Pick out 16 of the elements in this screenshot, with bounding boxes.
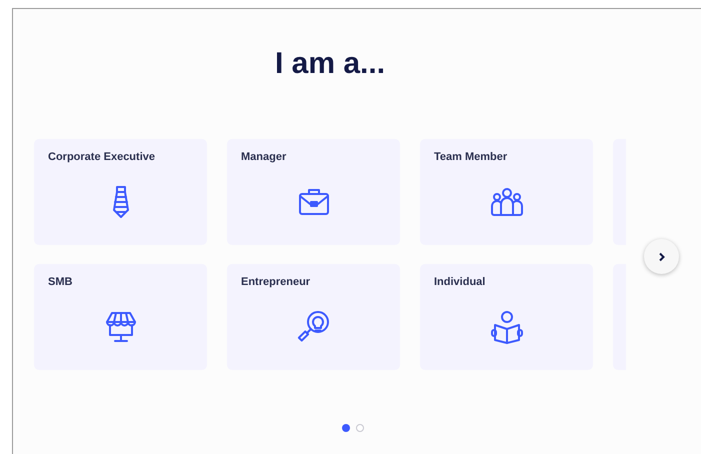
role-label: Corporate Executive <box>48 150 155 165</box>
person-reading-icon <box>488 309 524 346</box>
role-card[interactable]: Manager <box>227 139 400 245</box>
role-card[interactable]: Corporate Executive <box>34 139 207 245</box>
role-card[interactable]: Entrepreneur <box>227 264 400 370</box>
chevron-right-icon <box>656 252 666 262</box>
heading: I am a... <box>274 46 386 82</box>
role-label: SMB <box>48 275 72 290</box>
role-label: Entrepreneur <box>241 275 310 290</box>
role-card[interactable]: Individual <box>420 264 593 370</box>
role-label: Team Member <box>434 150 508 165</box>
role-card[interactable]: Team Member <box>420 139 593 245</box>
role-card[interactable]: SMB <box>34 264 207 370</box>
next-button[interactable] <box>644 239 679 274</box>
role-label: Manager <box>241 150 286 165</box>
role-label: Individual <box>434 275 486 290</box>
